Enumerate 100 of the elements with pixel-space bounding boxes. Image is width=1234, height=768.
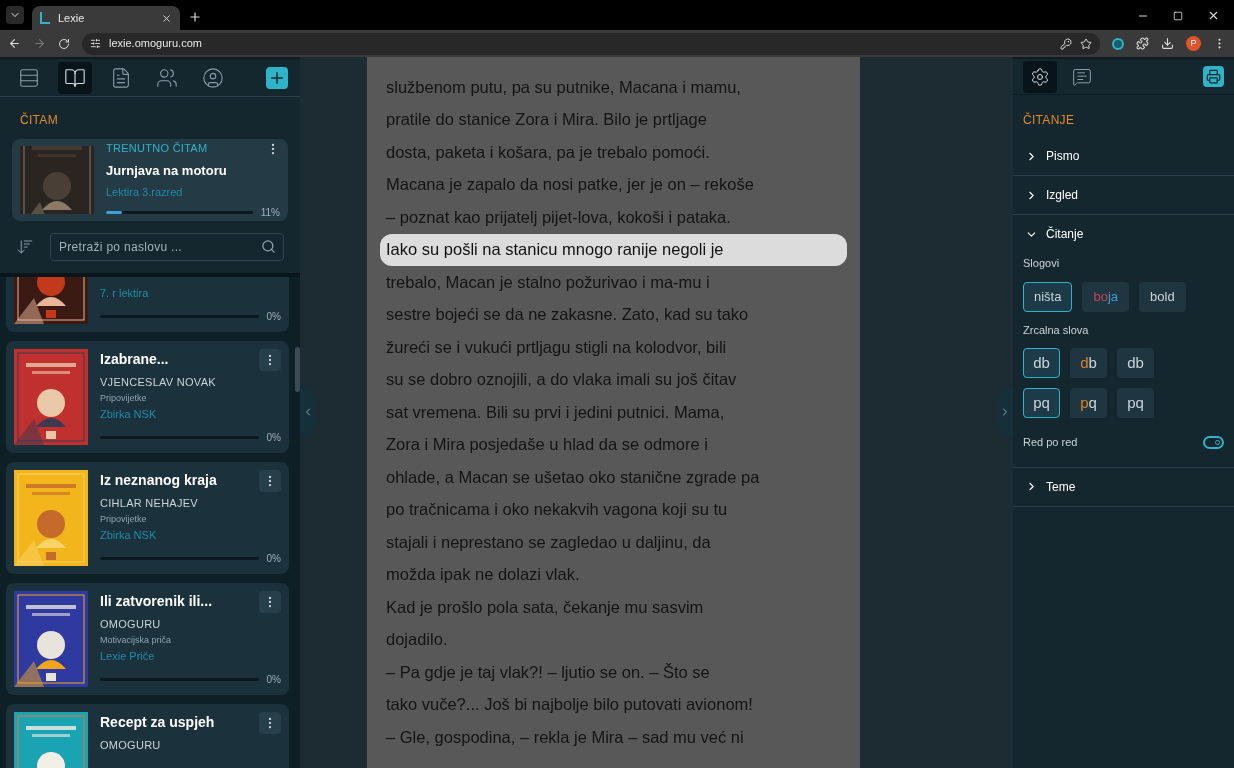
book-title: Izabrane... <box>100 350 170 369</box>
close-icon[interactable] <box>1207 9 1220 22</box>
text-line: – poznat kao prijatelj pijet-lova, kokoši i pataka. <box>385 206 732 228</box>
book-author: OMOGURU <box>100 617 162 632</box>
book-card[interactable]: Izabrane... VJENCESLAV NOVAK Pripovijetke Zbirka NSK 0% <box>6 341 289 453</box>
more-button[interactable] <box>259 591 281 613</box>
section-title: ČITANJE <box>1022 111 1076 129</box>
collapse-right-handle[interactable] <box>997 387 1013 437</box>
forward-icon[interactable] <box>33 37 46 50</box>
search-field[interactable]: Pretraži po naslovu ... <box>50 233 284 261</box>
book-genre: Motivacijska priča <box>100 634 173 647</box>
download-icon[interactable] <box>1161 37 1174 50</box>
tab-favicon-icon <box>40 12 50 24</box>
user-icon <box>202 66 224 89</box>
option-button[interactable]: db <box>1070 348 1107 378</box>
text-line: Kad je prošlo pola sata, čekanje mu sasvim <box>385 596 705 618</box>
accordion-header[interactable]: Čitanje <box>1013 215 1234 253</box>
text-line: tako vuče?... Još bi najbolje bilo putovati avionom! <box>385 694 754 716</box>
book-card[interactable]: Iz neznanog kraja CIHLAR NEHAJEV Pripovijetke Zbirka NSK 0% <box>6 462 289 574</box>
collection-link[interactable]: Zbirka NSK <box>100 526 281 543</box>
book-title: Jurnjava na motoru <box>106 161 228 180</box>
close-icon[interactable] <box>161 12 172 24</box>
section-title: ČITAM <box>19 111 59 129</box>
text-line: ohlade, a Macan se ušetao oko stanične zgrade pa <box>385 466 761 488</box>
collection-link[interactable]: Lexie Priče <box>100 647 281 664</box>
print-button[interactable] <box>1203 66 1224 87</box>
collapse-left-handle[interactable] <box>300 387 316 437</box>
toggle-switch[interactable] <box>1203 435 1224 449</box>
panel-tab[interactable] <box>1023 60 1057 93</box>
progress-percent: 0% <box>266 310 281 324</box>
accordion-header[interactable]: Izgled <box>1013 176 1234 214</box>
sort-icon[interactable] <box>16 238 34 256</box>
printer-icon <box>1206 69 1221 84</box>
book-author: CIHLAR NEHAJEV <box>100 496 199 511</box>
url-text: lexie.omoguru.com <box>109 36 203 52</box>
nav-tab[interactable] <box>58 61 92 94</box>
option-button[interactable]: pq <box>1023 388 1060 418</box>
text-line: dosta, paketa i košara, pa je trebalo pomoći. <box>385 141 711 163</box>
book-card[interactable]: Ili zatvorenik ili... OMOGURU Motivacijska priča Lexie Priče 0% <box>6 583 289 695</box>
key-icon[interactable] <box>1060 37 1072 50</box>
option-button[interactable]: ništa <box>1023 281 1073 312</box>
address-bar[interactable]: lexie.omoguru.com <box>82 32 1100 55</box>
message-icon <box>1072 66 1092 87</box>
option-button[interactable]: db <box>1023 348 1060 378</box>
collection-link[interactable]: Zbirka NSK <box>100 405 281 422</box>
text-line: sat vremena. Bili su prvi i jedini putnici. Mama, <box>385 401 726 423</box>
settings-icon <box>1030 66 1050 87</box>
add-button[interactable] <box>266 66 288 89</box>
option-button[interactable]: pq <box>1070 388 1107 418</box>
progress-percent: 11% <box>260 205 280 220</box>
progress-percent: 0% <box>266 431 281 445</box>
reload-icon[interactable] <box>58 37 70 50</box>
rows-icon <box>18 66 40 89</box>
extension-icon[interactable] <box>1112 37 1124 50</box>
text-line: su se dobro oznojili, a do vlaka imali su još čitav <box>385 369 738 391</box>
option-button[interactable]: bold <box>1139 281 1186 312</box>
accordion-header[interactable]: Teme <box>1013 467 1234 506</box>
option-button[interactable]: pq <box>1117 388 1154 418</box>
book-title: Recept za uspjeh <box>100 713 215 732</box>
new-tab-icon[interactable] <box>188 10 202 24</box>
tab-list-button[interactable] <box>6 6 24 24</box>
puzzle-icon[interactable] <box>1136 37 1149 50</box>
more-button[interactable] <box>259 349 281 371</box>
search-icon[interactable] <box>261 239 276 254</box>
users-icon <box>156 66 178 89</box>
book-title: Ili zatvorenik ili... <box>100 592 213 611</box>
profile-avatar[interactable]: P <box>1186 36 1201 51</box>
book-title: Iz neznanog kraja <box>100 471 217 490</box>
collection-link[interactable]: 7. r lektira <box>100 284 281 301</box>
text-line: pratile do stanice Zora i Mira. Bilo je prtljage <box>385 109 708 131</box>
progress-percent: 0% <box>266 673 281 687</box>
book-card[interactable]: Recept za uspjeh OMOGURU <box>6 704 289 768</box>
back-icon[interactable] <box>8 37 21 50</box>
document-icon <box>110 66 132 89</box>
tab-title: Lexie <box>58 10 86 26</box>
option-button[interactable]: db <box>1117 348 1154 378</box>
text-line: – Gle, gospodina, – rekla je Mira – sad mu već ni <box>385 726 745 748</box>
option-label: Slogovi <box>1023 256 1061 271</box>
text-line: Macana je zapalo da nosi patke, jer je on – rekoše <box>385 174 755 196</box>
book-author: VJENCESLAV NOVAK <box>100 375 216 390</box>
text-line: žureći se i vukući prtljagu stigli na kolodvor, bili <box>385 336 728 358</box>
book-icon <box>64 66 86 89</box>
text-line: možda ipak ne dolazi vlak. <box>385 564 581 586</box>
site-info-icon[interactable] <box>90 38 101 49</box>
text-line: trebalo, Macan je stalno požurivao i ma-mu i <box>385 271 711 293</box>
accordion-header[interactable]: Pismo <box>1013 137 1234 175</box>
star-icon[interactable] <box>1080 37 1092 50</box>
option-label: Zrcalna slova <box>1023 322 1090 338</box>
book-card[interactable]: 7. r lektira 0% <box>6 277 289 332</box>
book-genre: Pripovijetke <box>100 392 148 405</box>
maximize-icon[interactable] <box>1173 10 1183 21</box>
text-line: sestre bojeći se da ne zakasne. Zato, kad su tako <box>385 304 750 326</box>
more-button[interactable] <box>259 470 281 492</box>
highlighted-line: Iako su pošli na stanicu mnogo ranije negoli je <box>380 233 847 266</box>
browser-tab[interactable]: Lexie <box>32 6 180 30</box>
current-book-card[interactable]: TRENUTNO ČITAM Jurnjava na motoru Lektira 3.razred 11% <box>12 139 288 221</box>
toggle-label: Red po red <box>1023 435 1078 450</box>
more-button[interactable] <box>259 712 281 734</box>
book-author: OMOGURU <box>100 738 162 753</box>
option-button[interactable]: boja <box>1082 281 1130 312</box>
